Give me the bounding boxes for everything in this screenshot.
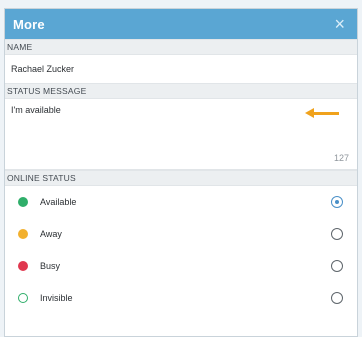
name-value[interactable]: Rachael Zucker <box>5 55 357 83</box>
character-count: 127 <box>333 153 349 163</box>
status-option-available[interactable]: Available <box>5 186 357 218</box>
status-option-invisible[interactable]: Invisible <box>5 282 357 314</box>
status-option-label: Busy <box>40 261 61 271</box>
status-message-text[interactable]: I'm available <box>11 105 61 115</box>
status-option-away[interactable]: Away <box>5 218 357 250</box>
radio-available[interactable] <box>331 196 343 208</box>
radio-busy[interactable] <box>331 260 343 272</box>
name-section-header: NAME <box>5 39 357 55</box>
panel-title: More <box>13 16 45 32</box>
online-status-header: ONLINE STATUS <box>5 170 357 186</box>
available-dot-icon <box>18 197 28 207</box>
status-option-label: Available <box>40 197 77 207</box>
status-option-label: Invisible <box>40 293 73 303</box>
arrow-pointer-icon <box>305 108 339 118</box>
status-message-header: STATUS MESSAGE <box>5 83 357 99</box>
radio-away[interactable] <box>331 228 343 240</box>
busy-dot-icon <box>18 261 28 271</box>
status-option-busy[interactable]: Busy <box>5 250 357 282</box>
away-dot-icon <box>18 229 28 239</box>
invisible-circle-icon <box>18 293 28 303</box>
radio-invisible[interactable] <box>331 292 343 304</box>
close-icon[interactable]: × <box>334 15 345 33</box>
panel-titlebar: More × <box>5 9 357 39</box>
more-panel: More × NAME Rachael Zucker STATUS MESSAG… <box>4 8 358 337</box>
status-message-field[interactable]: I'm available 127 <box>5 99 357 170</box>
status-option-label: Away <box>40 229 62 239</box>
